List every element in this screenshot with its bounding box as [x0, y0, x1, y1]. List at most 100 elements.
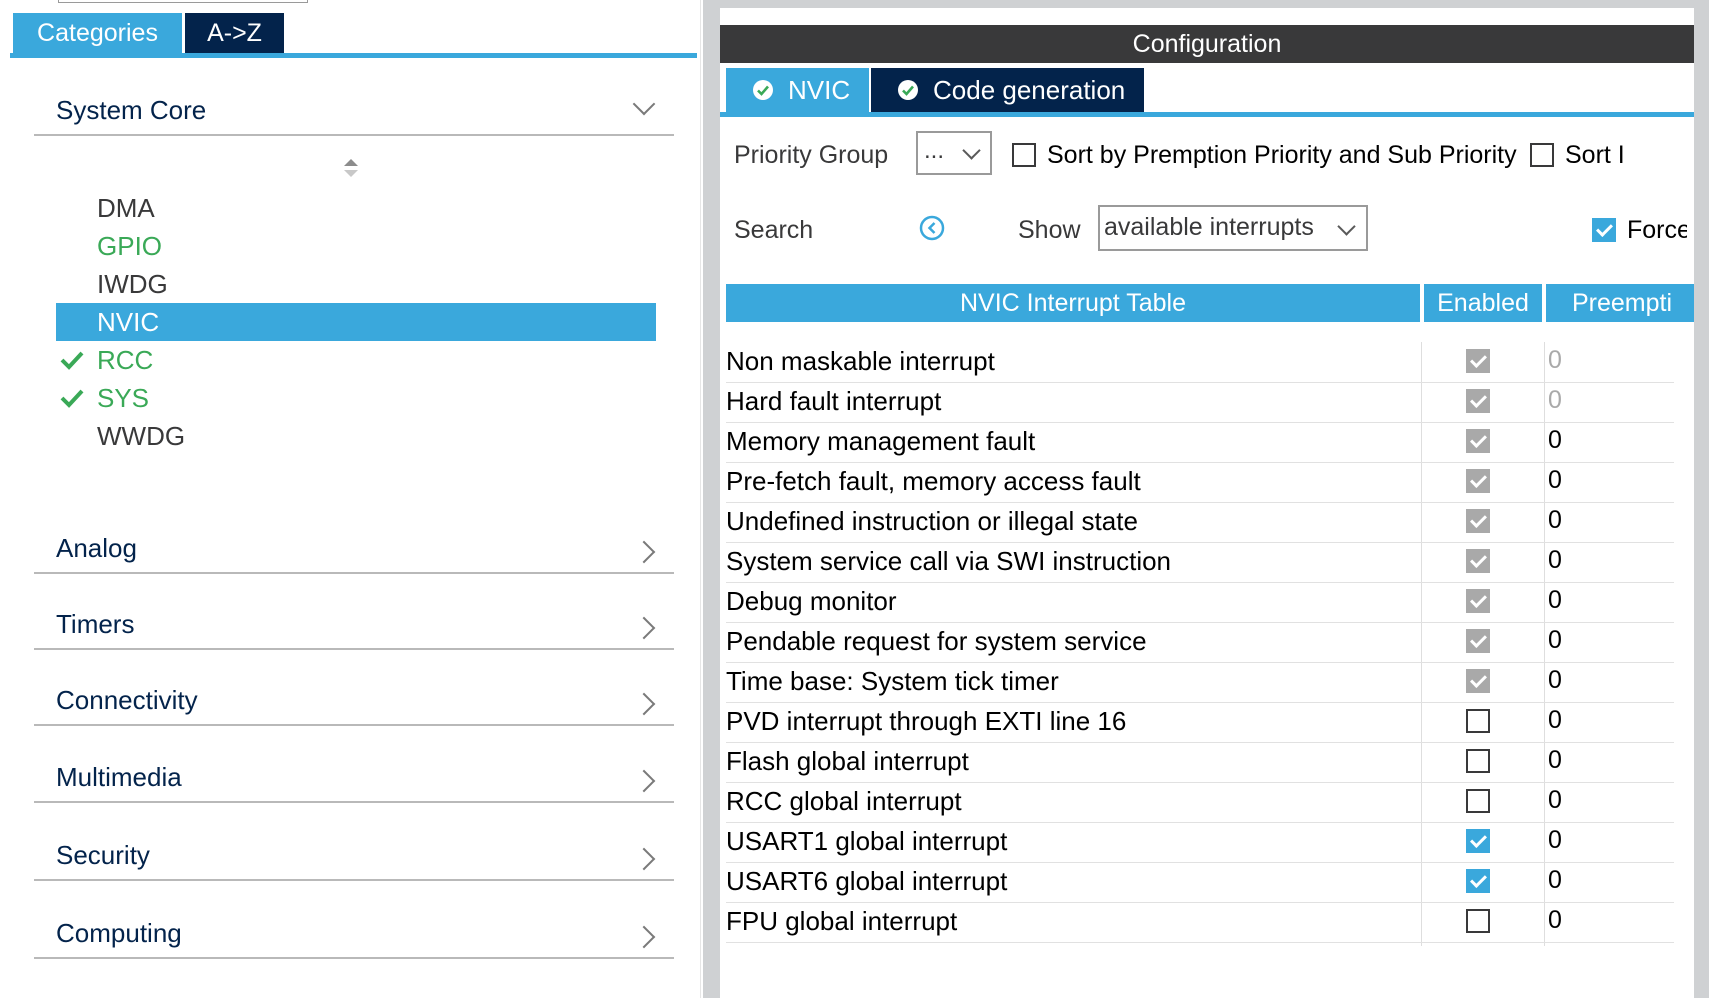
preemption-priority[interactable]: 0: [1548, 426, 1562, 455]
check-icon: [1470, 671, 1487, 688]
preemption-priority[interactable]: 0: [1548, 506, 1562, 535]
check-icon: [60, 351, 84, 370]
category-label: Connectivity: [56, 685, 198, 715]
table-row[interactable]: Pre-fetch fault, memory access fault 0: [726, 462, 1674, 503]
show-value: available interrupts: [1104, 213, 1314, 241]
preemption-priority[interactable]: 0: [1548, 826, 1562, 855]
table-row[interactable]: Hard fault interrupt 0: [726, 382, 1674, 423]
category-computing[interactable]: Computing: [34, 897, 674, 959]
preemption-priority[interactable]: 0: [1548, 906, 1562, 935]
table-row[interactable]: Flash global interrupt 0: [726, 742, 1674, 783]
table-row[interactable]: USART6 global interrupt 0: [726, 862, 1674, 903]
tab-nvic[interactable]: NVIC: [726, 68, 869, 112]
enabled-checkbox[interactable]: [1466, 709, 1490, 733]
peripheral-item-sys[interactable]: SYS: [56, 379, 656, 417]
check-icon: [1470, 471, 1487, 488]
window-edge: [1694, 0, 1709, 998]
preemption-priority[interactable]: 0: [1548, 786, 1562, 815]
priority-group-select[interactable]: ...: [916, 131, 992, 175]
panel-top-strip: [720, 0, 1694, 8]
category-multimedia[interactable]: Multimedia: [34, 741, 674, 803]
category-timers[interactable]: Timers: [34, 588, 674, 650]
peripheral-item-rcc[interactable]: RCC: [56, 341, 656, 379]
peripheral-item-iwdg[interactable]: IWDG: [56, 265, 656, 303]
check-icon: [1470, 551, 1487, 568]
category-analog[interactable]: Analog: [34, 512, 674, 574]
sort-priority-checkbox[interactable]: [1012, 143, 1036, 167]
peripheral-label: SYS: [97, 383, 150, 413]
preemption-priority[interactable]: 0: [1548, 746, 1562, 775]
peripheral-item-nvic[interactable]: NVIC: [56, 303, 656, 341]
priority-group-value: ...: [924, 137, 945, 164]
column-header-enabled[interactable]: Enabled: [1424, 284, 1542, 322]
enabled-checkbox[interactable]: [1466, 829, 1490, 853]
category-security[interactable]: Security: [34, 819, 674, 881]
table-row[interactable]: Undefined instruction or illegal state 0: [726, 502, 1674, 543]
search-label: Search: [734, 216, 814, 244]
category-label: Analog: [56, 533, 137, 563]
chevron-right-icon: [632, 925, 656, 949]
interrupt-name: USART1 global interrupt: [726, 826, 1008, 856]
interrupt-name: USART6 global interrupt: [726, 866, 1008, 896]
peripheral-item-gpio[interactable]: GPIO: [56, 227, 656, 265]
table-row[interactable]: Time base: System tick timer 0: [726, 662, 1674, 703]
enabled-checkbox[interactable]: [1466, 869, 1490, 893]
sort-checkbox[interactable]: [1530, 143, 1554, 167]
interrupt-name: FPU global interrupt: [726, 906, 958, 936]
check-icon: [1470, 351, 1487, 368]
tab-underline: [720, 112, 1694, 117]
preemption-priority[interactable]: 0: [1548, 706, 1562, 735]
check-icon: [1596, 220, 1613, 237]
preemption-priority[interactable]: 0: [1548, 546, 1562, 575]
preemption-priority[interactable]: 0: [1548, 626, 1562, 655]
peripheral-item-dma[interactable]: DMA: [56, 189, 656, 227]
preemption-priority[interactable]: 0: [1548, 866, 1562, 895]
check-icon: [1470, 391, 1487, 408]
check-icon: [1470, 831, 1487, 848]
tab-label: NVIC: [788, 75, 851, 105]
preemption-priority[interactable]: 0: [1548, 586, 1562, 615]
chevron-right-icon: [632, 769, 656, 793]
table-row[interactable]: Memory management fault 0: [726, 422, 1674, 463]
category-label: Security: [56, 840, 150, 870]
tab-categories[interactable]: Categories: [13, 13, 182, 53]
interrupt-name: Pre-fetch fault, memory access fault: [726, 466, 1141, 496]
table-row[interactable]: FPU global interrupt 0: [726, 902, 1674, 943]
search-icon[interactable]: [919, 215, 945, 241]
column-header-name[interactable]: NVIC Interrupt Table: [726, 284, 1420, 322]
table-row[interactable]: Debug monitor 0: [726, 582, 1674, 623]
enabled-checkbox: [1466, 549, 1490, 573]
show-select[interactable]: available interrupts: [1098, 205, 1368, 251]
preemption-priority[interactable]: 0: [1548, 666, 1562, 695]
table-row[interactable]: Non maskable interrupt 0: [726, 342, 1674, 383]
table-row[interactable]: RCC global interrupt 0: [726, 782, 1674, 823]
force-checkbox[interactable]: [1592, 218, 1616, 242]
tab-a-to-z[interactable]: A->Z: [185, 13, 284, 53]
interrupt-name: PVD interrupt through EXTI line 16: [726, 706, 1127, 736]
peripheral-label: GPIO: [97, 231, 163, 261]
tab-code-generation[interactable]: Code generation: [871, 68, 1144, 112]
preemption-priority[interactable]: 0: [1548, 466, 1562, 495]
table-row[interactable]: System service call via SWI instruction 0: [726, 542, 1674, 583]
table-row[interactable]: PVD interrupt through EXTI line 16 0: [726, 702, 1674, 743]
enabled-checkbox: [1466, 349, 1490, 373]
enabled-checkbox[interactable]: [1466, 909, 1490, 933]
category-system-core[interactable]: System Core: [34, 74, 674, 136]
search-box-edge: [58, 0, 308, 3]
check-icon: [1470, 871, 1487, 888]
peripheral-label: RCC: [97, 345, 154, 375]
table-row[interactable]: Pendable request for system service 0: [726, 622, 1674, 663]
preemption-priority: 0: [1548, 346, 1562, 374]
enabled-checkbox[interactable]: [1466, 749, 1490, 773]
category-connectivity[interactable]: Connectivity: [34, 664, 674, 726]
peripheral-item-wwdg[interactable]: WWDG: [56, 417, 656, 455]
column-header-preemption[interactable]: Preempti: [1546, 284, 1694, 322]
enabled-checkbox: [1466, 629, 1490, 653]
sort-priority-label: Sort by Premption Priority and Sub Prior…: [1047, 141, 1517, 169]
panel-splitter[interactable]: [703, 0, 720, 998]
interrupt-name: System service call via SWI instruction: [726, 546, 1172, 576]
table-row[interactable]: USART1 global interrupt 0: [726, 822, 1674, 863]
sort-icon[interactable]: [342, 157, 360, 183]
enabled-checkbox[interactable]: [1466, 789, 1490, 813]
enabled-checkbox: [1466, 669, 1490, 693]
